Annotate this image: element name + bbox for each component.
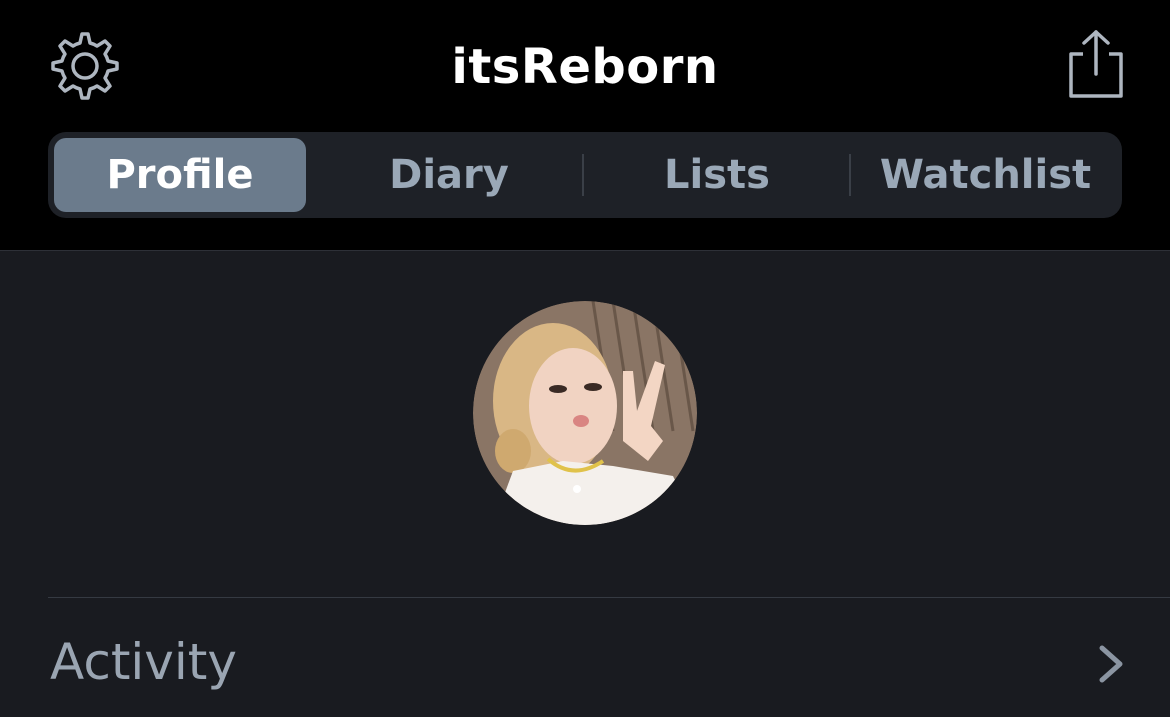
activity-label: Activity bbox=[50, 633, 237, 691]
tab-divider bbox=[582, 154, 584, 196]
profile-content: Activity bbox=[0, 250, 1170, 717]
tab-divider bbox=[849, 154, 851, 196]
tab-bar: Profile Diary Lists Watchlist bbox=[48, 132, 1122, 218]
tab-lists[interactable]: Lists bbox=[586, 138, 848, 212]
avatar[interactable] bbox=[473, 301, 697, 525]
header: itsReborn Profile Diary Lists Watchlist bbox=[0, 0, 1170, 250]
activity-row[interactable]: Activity bbox=[0, 598, 1170, 717]
tab-profile[interactable]: Profile bbox=[54, 138, 306, 212]
chevron-right-icon bbox=[1099, 645, 1123, 683]
app-window: itsReborn Profile Diary Lists Watchlist bbox=[0, 0, 1170, 717]
page-title: itsReborn bbox=[451, 39, 719, 95]
tab-diary[interactable]: Diary bbox=[318, 138, 580, 212]
share-icon[interactable] bbox=[1066, 28, 1126, 100]
tab-watchlist[interactable]: Watchlist bbox=[853, 138, 1118, 212]
